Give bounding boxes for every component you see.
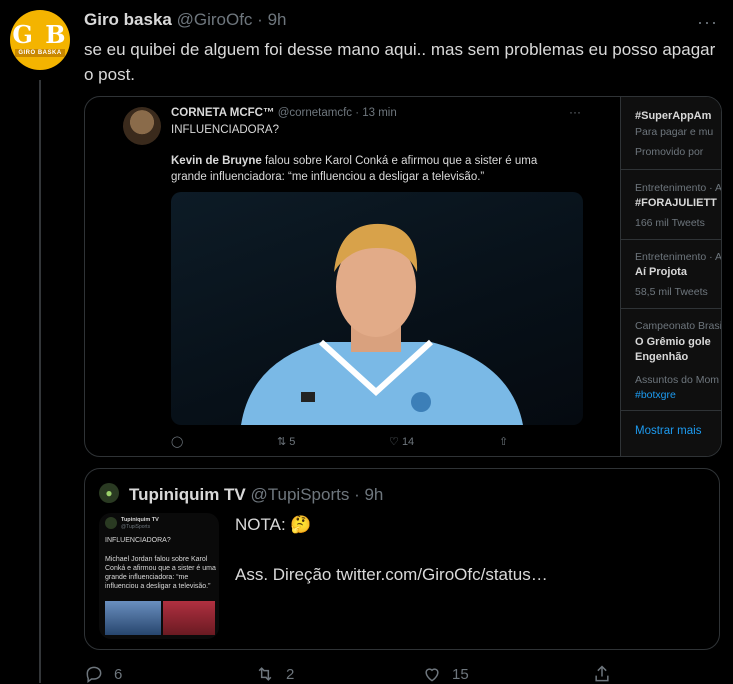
- quoted-author-handle: @TupiSports: [250, 485, 350, 504]
- quoted-tweet[interactable]: ● Tupiniquim TV @TupiSports · 9h Tupiniq…: [84, 468, 720, 650]
- author-name[interactable]: Giro baska: [84, 10, 172, 29]
- retweet-button[interactable]: 2: [254, 664, 294, 684]
- screenshot-more-icon: ···: [569, 105, 581, 119]
- quoted-author-name: Tupiniquim TV: [129, 485, 246, 504]
- screenshot-like-icon: ♡: [389, 436, 399, 448]
- thumb-line1: INFLUENCIADORA?: [105, 537, 171, 544]
- tweet-image[interactable]: CORNETA MCFC™ @cornetamcfc · 13 min ··· …: [84, 96, 722, 457]
- author-handle[interactable]: @GiroOfc: [177, 10, 253, 29]
- thumb-avatar: [105, 517, 117, 529]
- trend-4-meta: Assuntos do Mom: [635, 374, 720, 386]
- divider: [621, 239, 721, 240]
- avatar[interactable]: G B GIRO BASKA: [10, 10, 70, 70]
- screenshot-line1: INFLUENCIADORA?: [171, 124, 279, 136]
- retweet-icon: [258, 667, 272, 681]
- avatar-logo-subtext: GIRO BASKA: [15, 49, 65, 57]
- thumb-text: Michael Jordan falou sobre Karol Conká e…: [105, 556, 216, 590]
- player-photo: [171, 192, 583, 425]
- trend-1-promoted: Promovido por: [635, 146, 704, 158]
- trend-4-hashtag: #botxgre: [635, 389, 676, 401]
- tweet-header: Giro baska @GiroOfc · 9h: [84, 10, 287, 30]
- screenshot-author-handle: @cornetamcfc: [277, 107, 353, 119]
- share-button[interactable]: [592, 664, 612, 684]
- screenshot-like: ♡ 14: [389, 435, 414, 448]
- more-options-icon[interactable]: ···: [697, 12, 718, 33]
- show-more-link: Mostrar mais: [635, 425, 702, 437]
- share-icon: [595, 665, 609, 682]
- quoted-text-line2: Ass. Direção twitter.com/GiroOfc/status…: [235, 565, 548, 584]
- screenshot-header: CORNETA MCFC™ @cornetamcfc · 13 min: [171, 107, 397, 119]
- player-illustration: [241, 223, 523, 425]
- screenshot-author-name: CORNETA MCFC™: [171, 107, 275, 119]
- divider: [621, 169, 721, 170]
- divider: [621, 308, 721, 309]
- screenshot-time: · 13 min: [355, 107, 397, 119]
- trend-3-title: Aí Projota: [635, 266, 687, 278]
- quoted-text-line1: NOTA: 🤔: [235, 515, 312, 534]
- thumb-author-name: Tupiniquim TV: [121, 517, 159, 523]
- trend-3-meta: 58,5 mil Tweets: [635, 286, 708, 298]
- thumb-photo-right: [163, 601, 215, 635]
- screenshot-bold-name: Kevin de Bruyne: [171, 155, 262, 167]
- screenshot-retweet-icon: ⇅: [277, 436, 287, 448]
- thumb-photo-left: [105, 601, 161, 635]
- screenshot-share-icon: ⇧: [499, 436, 509, 448]
- reply-count: 6: [114, 665, 123, 683]
- screenshot-retweet: ⇅ 5: [277, 435, 295, 448]
- trend-3-category: Entretenimento · A: [635, 251, 721, 263]
- trend-1-title: #SuperAppAm: [635, 110, 712, 122]
- trend-4-category: Campeonato Brasi: [635, 320, 721, 332]
- divider: [621, 410, 721, 411]
- trend-2-meta: 166 mil Tweets: [635, 217, 705, 229]
- screenshot-text: Kevin de Bruyne falou sobre Karol Conká …: [171, 153, 571, 185]
- quoted-image[interactable]: Tupiniquim TV @TupiSports INFLUENCIADORA…: [99, 513, 219, 639]
- like-count: 15: [452, 665, 469, 683]
- tweet-time[interactable]: 9h: [268, 10, 287, 29]
- screenshot-reply-icon: ◯: [171, 436, 184, 448]
- screenshot-retweet-count: 5: [289, 436, 296, 448]
- trend-1-meta: Para pagar e mu: [635, 126, 714, 138]
- reply-icon: [86, 666, 102, 683]
- quoted-avatar[interactable]: ●: [99, 483, 119, 503]
- trends-sidebar: #SuperAppAm Para pagar e mu Promovido po…: [620, 97, 721, 456]
- trend-4-title-line2: Engenhão: [635, 351, 689, 363]
- retweet-count: 2: [286, 665, 295, 683]
- screenshot-like-count: 14: [401, 436, 415, 448]
- trend-4-title-line1: O Grêmio gole: [635, 336, 711, 348]
- thread-line: [39, 80, 41, 683]
- avatar-logo-text: G B: [12, 20, 68, 49]
- trend-2-category: Entretenimento · A: [635, 182, 721, 194]
- screenshot-avatar: [123, 107, 161, 145]
- thumb-author-handle: @TupiSports: [121, 524, 151, 530]
- separator: ·: [257, 10, 263, 29]
- heart-icon: [425, 668, 439, 682]
- reply-button[interactable]: 6: [84, 664, 122, 684]
- trend-2-title: #FORAJULIETT: [635, 197, 717, 209]
- quoted-header: Tupiniquim TV @TupiSports · 9h: [129, 485, 383, 505]
- tweet-text: se eu quibei de alguem foi desse mano aq…: [84, 40, 716, 84]
- like-button[interactable]: 15: [422, 664, 469, 684]
- quoted-time: · 9h: [354, 485, 384, 504]
